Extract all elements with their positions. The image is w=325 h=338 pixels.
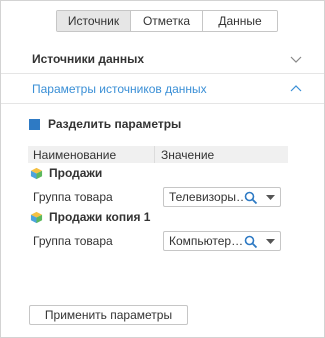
source-row: Продажи [30,166,102,180]
split-params-checkbox[interactable] [29,118,40,130]
tab-source[interactable]: Источник [57,11,131,31]
cube-icon [30,211,43,223]
column-name-header: Наименование [33,147,117,162]
param-name: Группа товара [33,234,113,248]
search-icon[interactable] [244,191,258,205]
dropdown-arrow-icon[interactable] [266,239,275,245]
section-data-sources[interactable]: Источники данных [1,44,324,74]
split-params-checkbox-row[interactable]: Разделить параметры [29,117,181,131]
dropdown-arrow-icon[interactable] [266,195,275,201]
tab-data[interactable]: Данные [203,11,277,31]
chevron-down-icon[interactable] [290,53,302,65]
param-value: Компьютер… [169,234,244,248]
column-value-header: Значение [154,146,214,163]
chevron-up-icon[interactable] [290,83,302,95]
section-source-params[interactable]: Параметры источников данных [1,74,324,104]
split-params-label: Разделить параметры [48,117,182,131]
source-name: Продажи копия 1 [49,210,151,224]
cube-icon [30,167,43,179]
tab-mark[interactable]: Отметка [131,11,203,31]
param-value-combo[interactable]: Телевизоры… [163,187,281,207]
search-icon[interactable] [244,235,258,249]
param-value-combo[interactable]: Компьютер… [163,231,281,251]
source-name: Продажи [49,166,103,180]
param-value: Телевизоры… [169,190,244,204]
data-source-panel: Источник Отметка Данные Источники данных… [0,0,325,338]
section-data-sources-label: Источники данных [32,51,145,66]
tab-bar: Источник Отметка Данные [56,10,278,32]
apply-params-button[interactable]: Применить параметры [29,305,188,325]
param-name: Группа товара [33,190,113,204]
section-source-params-label: Параметры источников данных [32,81,207,96]
source-row: Продажи копия 1 [30,210,150,224]
params-grid-header: Наименование Значение [28,146,288,163]
